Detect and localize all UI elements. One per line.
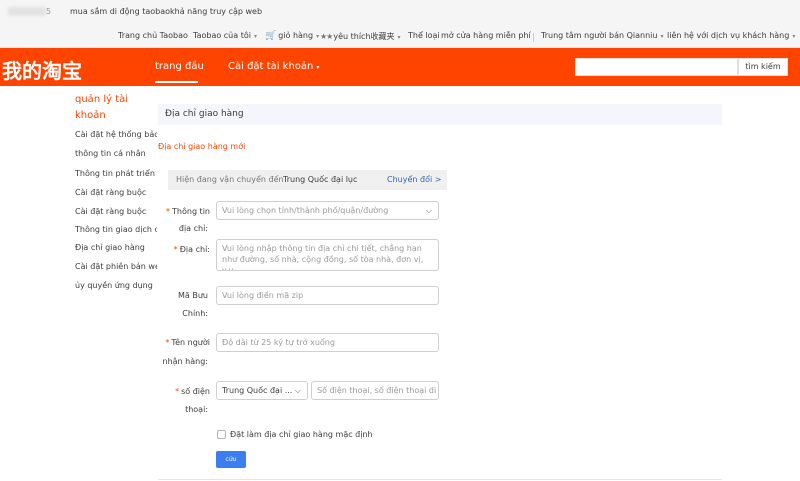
my-taobao-logo[interactable]: 我的淘宝 [2, 55, 82, 84]
shipping-destination-bar: Hiện đang vận chuyển đến Trung Quốc đại … [168, 170, 447, 190]
divider [533, 33, 534, 42]
cart-link[interactable]: 🛒 giỏ hàng ▾ [265, 31, 319, 41]
contact-label: liên hệ với dịch vụ khách hàng [667, 31, 790, 40]
nav-account-settings[interactable]: Cài đặt tài khoản ▾ [228, 61, 319, 72]
zip-label-line2: Chính: [182, 309, 208, 318]
zip-label: Mã Bưu [178, 291, 208, 300]
nav-account-label: Cài đặt tài khoản [228, 61, 314, 72]
required-mark: * [173, 245, 178, 254]
section-title: Địa chỉ giao hàng [158, 104, 722, 125]
address-label: * Địa chỉ: [158, 240, 210, 259]
my-taobao-label: Taobao của tôi [193, 31, 251, 40]
phone-country-select[interactable]: Trung Quốc đại ... ⌵ [216, 381, 308, 400]
region-label-text: Thông tin [172, 207, 210, 216]
recipient-name-label-line2: nhận hàng: [162, 357, 208, 366]
required-mark: * [166, 207, 171, 216]
contact-link[interactable]: liên hệ với dịch vụ khách hàng ▾ [667, 31, 795, 40]
topbar-row-2: Trang chủ Taobao Taobao của tôi ▾ 🛒 giỏ hà… [0, 24, 800, 48]
phone-label: * số điện [158, 382, 210, 401]
chevron-down-icon: ▾ [397, 34, 401, 41]
taobao-home-link[interactable]: Trang chủ Taobao [118, 31, 188, 40]
accessibility-link[interactable]: khả năng truy cập web [170, 7, 262, 16]
chevron-down-icon: ⌵ [425, 206, 432, 215]
region-label-line2: địa chỉ: [178, 224, 208, 233]
favorites-link[interactable]: ★★yêu thích收藏夹 ▾ [320, 31, 401, 42]
chevron-down-icon: ⌵ [294, 386, 301, 395]
sidebar-item-development-info[interactable]: Thông tin phát triển cá [75, 169, 157, 178]
chevron-down-icon: ▾ [792, 33, 796, 40]
cart-icon: 🛒 [265, 31, 277, 41]
seller-center-link[interactable]: Trung tâm người bán Qianniu ▾ [541, 31, 663, 40]
sidebar-title[interactable]: quản lý tài khoản [75, 92, 145, 124]
new-address-heading: Địa chỉ giao hàng mới [158, 142, 246, 151]
recipient-name-label: * Tên người [158, 333, 210, 352]
required-mark: * [175, 387, 180, 396]
star-icon: ★★ [320, 32, 333, 41]
region-select[interactable]: Vui lòng chọn tỉnh/thành phố/quận/đường … [216, 201, 439, 220]
save-button[interactable]: cứu [216, 451, 246, 468]
sidebar-item-security[interactable]: Cài đặt hệ thống bảo [75, 130, 157, 139]
sidebar-item-shipping-address[interactable]: Địa chỉ giao hàng [75, 243, 157, 252]
mobile-shopping-link[interactable]: mua sắm di động taobao [70, 7, 170, 16]
sidebar-item-binding-1[interactable]: Cài đặt ràng buộc [75, 188, 157, 197]
recipient-name-input[interactable]: Độ dài từ 25 ký tự trở xuống [216, 333, 439, 352]
main-header: 我的淘宝 trang đầu Cài đặt tài khoản ▾ tìm ki… [0, 48, 800, 86]
sidebar-item-transaction-info[interactable]: Thông tin giao dịch cá [75, 225, 157, 234]
nav-home[interactable]: trang đầu [155, 61, 204, 72]
cart-label: giỏ hàng [278, 31, 314, 40]
shipping-value: Trung Quốc đại lục [283, 175, 358, 184]
chevron-down-icon: ▾ [253, 33, 257, 40]
chevron-down-icon: ▾ [660, 33, 664, 40]
change-destination-link[interactable]: Chuyển đổi > [387, 170, 441, 190]
chevron-down-icon: ▾ [316, 33, 320, 40]
required-mark: * [165, 338, 170, 347]
seller-center-label: Trung tâm người bán Qianniu [541, 31, 658, 40]
my-taobao-link[interactable]: Taobao của tôi ▾ [193, 31, 257, 40]
username-blurred [8, 7, 46, 16]
shipping-label: Hiện đang vận chuyển đến [176, 175, 284, 184]
site-topbar: 5 mua sắm di động taobao khả năng truy c… [0, 0, 800, 48]
favorites-label: yêu thích收藏夹 [333, 32, 395, 41]
topbar-row-1: 5 mua sắm di động taobao khả năng truy c… [0, 0, 800, 24]
username-suffix: 5 [46, 7, 52, 16]
phone-label-text: số điện [181, 387, 210, 396]
search-input[interactable] [575, 58, 738, 76]
open-store-link[interactable]: mở cửa hàng miễn phí [441, 31, 531, 40]
address-textarea[interactable]: Vui lòng nhập thông tin địa chỉ chi tiết… [216, 239, 439, 271]
search-button[interactable]: tìm kiếm [738, 58, 788, 76]
address-label-text: Địa chỉ: [179, 245, 210, 254]
zip-input[interactable]: Vui lòng điền mã zip [216, 286, 439, 305]
region-placeholder: Vui lòng chọn tỉnh/thành phố/quận/đường [222, 206, 389, 215]
nav-active-indicator [155, 81, 198, 83]
sidebar-item-binding-2[interactable]: Cài đặt ràng buộc [75, 207, 157, 216]
account-sidebar: quản lý tài khoản Cài đặt hệ thống bảo t… [75, 92, 157, 290]
divider [158, 479, 722, 480]
phone-label-line2: thoại: [185, 405, 208, 414]
default-address-label[interactable]: Đặt làm địa chỉ giao hàng mặc định [230, 430, 373, 439]
category-link[interactable]: Thể loại [408, 31, 440, 40]
sidebar-item-web-version[interactable]: Cài đặt phiên bản web [75, 262, 157, 271]
recipient-name-label-text: Tên người [171, 338, 210, 347]
phone-country-value: Trung Quốc đại ... [222, 386, 293, 395]
sidebar-item-app-authorization[interactable]: ủy quyền ứng dụng [75, 281, 157, 290]
sidebar-item-personal-info[interactable]: thông tin cá nhân [75, 149, 157, 158]
default-address-checkbox[interactable] [217, 430, 226, 439]
phone-number-input[interactable]: Số điện thoại, số điện thoại di động [311, 381, 439, 400]
chevron-down-icon: ▾ [316, 64, 320, 71]
